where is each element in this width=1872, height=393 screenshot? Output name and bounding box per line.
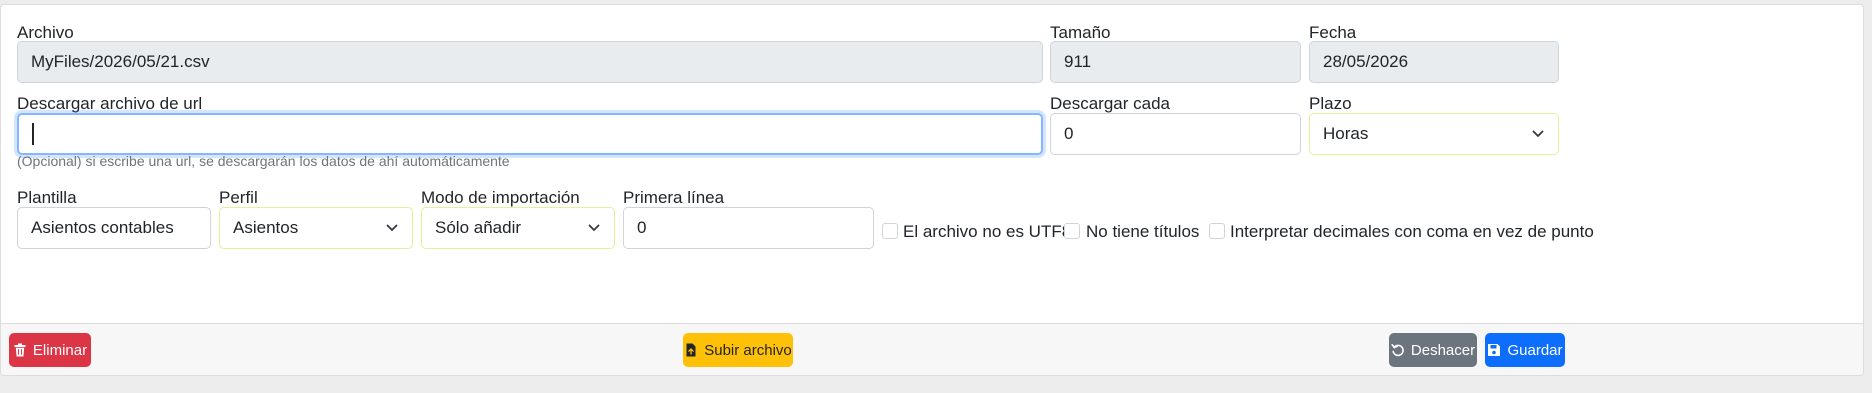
url-label: Descargar archivo de url [17,94,203,113]
deshacer-button-label: Deshacer [1410,341,1476,359]
titulos-checkbox[interactable] [1064,223,1080,239]
url-input[interactable] [17,113,1043,155]
chevron-down-icon [588,224,600,231]
file-upload-icon [686,343,696,357]
titulos-checkbox-label[interactable]: No tiene títulos [1086,222,1199,242]
tamano-label: Tamaño [1050,23,1111,42]
guardar-button[interactable]: Guardar [1485,333,1565,367]
tamano-field: 911 [1050,41,1301,83]
trash-icon [14,343,26,357]
plantilla-label: Plantilla [17,188,77,207]
form-footer: Eliminar Subir archivo Deshacer Guardar [1,323,1863,375]
text-caret [32,123,34,145]
perfil-label: Perfil [219,188,258,207]
eliminar-button-label: Eliminar [32,341,88,359]
perfil-selected: Asientos [233,218,299,237]
subir-archivo-button[interactable]: Subir archivo [683,333,793,367]
url-help-text: (Opcional) si escribe una url, se descar… [17,153,510,169]
plantilla-input[interactable]: Asientos contables [17,207,211,249]
plazo-selected: Horas [1323,124,1369,143]
primera-linea-label: Primera línea [623,188,725,207]
chevron-down-icon [1532,130,1544,137]
archivo-label: Archivo [17,23,74,42]
modo-selected: Sólo añadir [435,218,522,237]
archivo-field: MyFiles/2026/05/21.csv [17,41,1043,83]
decimales-checkbox[interactable] [1209,223,1225,239]
deshacer-button[interactable]: Deshacer [1389,333,1477,367]
save-icon [1488,344,1501,356]
import-form-card: Archivo MyFiles/2026/05/21.csv Tamaño 91… [0,4,1864,376]
chevron-down-icon [386,224,398,231]
fecha-field: 28/05/2026 [1309,41,1559,83]
guardar-button-label: Guardar [1507,341,1563,359]
modo-label: Modo de importación [421,188,580,207]
modo-select[interactable]: Sólo añadir [421,207,615,249]
eliminar-button[interactable]: Eliminar [9,333,91,367]
utf8-checkbox[interactable] [882,223,898,239]
perfil-select[interactable]: Asientos [219,207,413,249]
subir-archivo-button-label: Subir archivo [704,341,792,359]
descargar-cada-label: Descargar cada [1050,94,1171,113]
undo-icon [1391,344,1404,357]
plazo-label: Plazo [1309,94,1352,113]
plazo-select[interactable]: Horas [1309,113,1559,155]
primera-linea-input[interactable]: 0 [623,207,874,249]
descargar-cada-input[interactable]: 0 [1050,113,1301,155]
fecha-label: Fecha [1309,23,1357,42]
decimales-checkbox-label[interactable]: Interpretar decimales con coma en vez de… [1230,222,1594,242]
utf8-checkbox-label[interactable]: El archivo no es UTF8 [903,222,1071,242]
